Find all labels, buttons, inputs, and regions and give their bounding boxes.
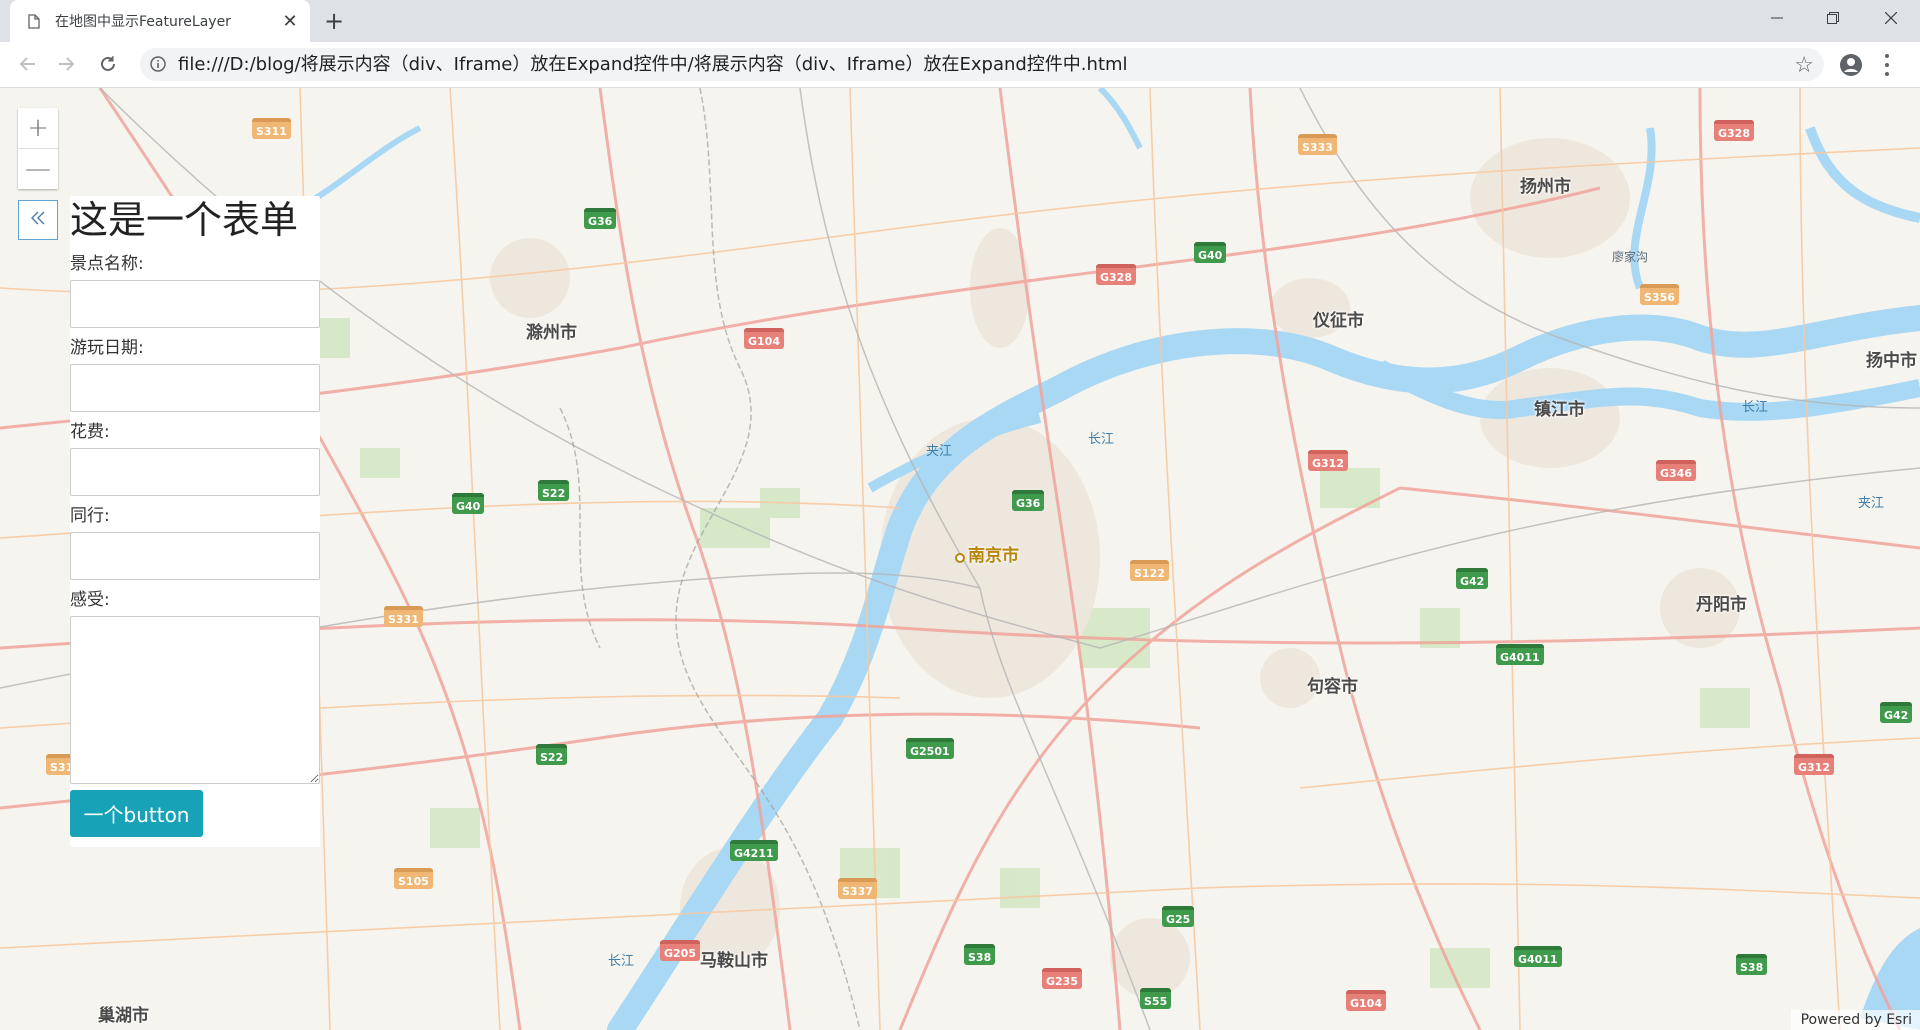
road-shield: S356 (1640, 284, 1679, 305)
forward-arrow-icon[interactable] (53, 50, 81, 78)
place-label: 南京市 (968, 546, 1019, 566)
map-view[interactable]: 扬州市 仪征市 滁州市 镇江市 扬中市 南京市 丹阳市 句容市 马鞍山市 巢湖市… (0, 88, 1920, 1030)
info-icon[interactable] (150, 56, 166, 72)
back-arrow-icon[interactable] (13, 50, 41, 78)
water-label: 夹江 (926, 444, 953, 459)
address-bar[interactable]: file:///D:/blog/将展示内容（div、Iframe）放在Expan… (140, 48, 1824, 81)
close-tab-icon[interactable]: ✕ (280, 11, 300, 32)
account-icon[interactable] (1838, 52, 1864, 78)
water-label: 长江 (608, 954, 635, 969)
place-label: 扬州市 (1520, 177, 1571, 197)
road-shield: S55 (1140, 988, 1172, 1009)
road-shield: G312 (1308, 450, 1348, 471)
water-label: 长江 (1088, 432, 1115, 447)
road-shield: S333 (1298, 134, 1337, 155)
field-label-feeling: 感受: (70, 590, 110, 610)
road-shield: S311 (252, 118, 291, 139)
collapse-expand-button[interactable] (18, 200, 58, 240)
reload-icon[interactable] (94, 50, 122, 78)
road-shield: G2501 (906, 738, 954, 759)
place-label: 滁州市 (526, 323, 577, 343)
road-shield: G4011 (1496, 644, 1544, 665)
minimize-icon[interactable] (1754, 0, 1800, 36)
water-label: 长江 (1742, 400, 1769, 415)
map-attribution: Powered by Esri (1790, 1010, 1920, 1030)
tab-strip: 在地图中显示FeatureLayer ✕ + (0, 0, 1920, 42)
zoom-out-button[interactable]: — (18, 148, 58, 189)
browser-menu-icon[interactable] (1880, 54, 1894, 76)
expand-content-panel: 这是一个表单 景点名称: 游玩日期: 花费: 同行: 感受: 一个button (70, 196, 320, 847)
road-shield: S38 (964, 944, 996, 965)
tab-title: 在地图中显示FeatureLayer (55, 14, 231, 30)
road-shield: G36 (1012, 490, 1045, 511)
road-shield: G4211 (730, 840, 778, 861)
field-label-date: 游玩日期: (70, 338, 144, 358)
road-shield: G42 (1880, 702, 1913, 723)
road-shield: G104 (1346, 990, 1386, 1011)
road-shield: G312 (1794, 754, 1834, 775)
road-shield: G328 (1714, 120, 1754, 141)
close-window-icon[interactable] (1868, 0, 1914, 36)
road-shield: G205 (660, 940, 700, 961)
place-label: 仪征市 (1313, 311, 1364, 331)
road-shield: S331 (384, 606, 423, 627)
road-shield: G40 (452, 493, 485, 514)
road-shield: G40 (1194, 242, 1227, 263)
road-shield: G36 (584, 208, 617, 229)
url-text: file:///D:/blog/将展示内容（div、Iframe）放在Expan… (178, 54, 1128, 75)
place-label: 句容市 (1307, 677, 1358, 697)
road-shield: S22 (536, 744, 568, 765)
browser-toolbar: file:///D:/blog/将展示内容（div、Iframe）放在Expan… (0, 42, 1920, 88)
small-place-label: 廖家沟 (1612, 250, 1649, 264)
submit-button[interactable]: 一个button (70, 790, 203, 837)
road-shield: G328 (1096, 264, 1136, 285)
form-heading: 这是一个表单 (70, 198, 299, 242)
restore-icon[interactable] (1810, 0, 1856, 36)
field-label-cost: 花费: (70, 422, 110, 442)
road-shield: G42 (1456, 568, 1489, 589)
road-shield: S337 (838, 878, 877, 899)
road-shield: G346 (1656, 460, 1696, 481)
place-label: 扬中市 (1866, 351, 1917, 371)
road-shield: S122 (1130, 560, 1169, 581)
bookmark-star-icon[interactable]: ☆ (1794, 53, 1814, 78)
browser-tab[interactable]: 在地图中显示FeatureLayer ✕ (10, 0, 310, 42)
double-chevron-left-icon (30, 210, 46, 230)
road-shield: G25 (1162, 906, 1195, 927)
visit-date-input[interactable] (70, 364, 320, 412)
field-label-companion: 同行: (70, 506, 110, 526)
companion-input[interactable] (70, 532, 320, 580)
place-label: 巢湖市 (98, 1006, 149, 1026)
road-shield: S22 (538, 480, 570, 501)
page-icon (27, 13, 41, 29)
zoom-in-button[interactable]: + (18, 108, 58, 148)
water-label: 夹江 (1858, 496, 1885, 511)
cost-input[interactable] (70, 448, 320, 496)
road-shield: G235 (1042, 968, 1082, 989)
place-label: 丹阳市 (1696, 595, 1747, 615)
new-tab-button[interactable]: + (322, 7, 346, 35)
zoom-control: + — (18, 108, 58, 189)
road-shield: G104 (744, 328, 784, 349)
road-shield: S105 (394, 868, 433, 889)
place-label: 马鞍山市 (700, 951, 768, 971)
place-label: 镇江市 (1534, 400, 1585, 420)
feeling-textarea[interactable] (70, 616, 320, 784)
road-shield: S38 (1736, 954, 1768, 975)
road-shield: G4011 (1514, 946, 1562, 967)
scenic-name-input[interactable] (70, 280, 320, 328)
field-label-name: 景点名称: (70, 254, 144, 274)
